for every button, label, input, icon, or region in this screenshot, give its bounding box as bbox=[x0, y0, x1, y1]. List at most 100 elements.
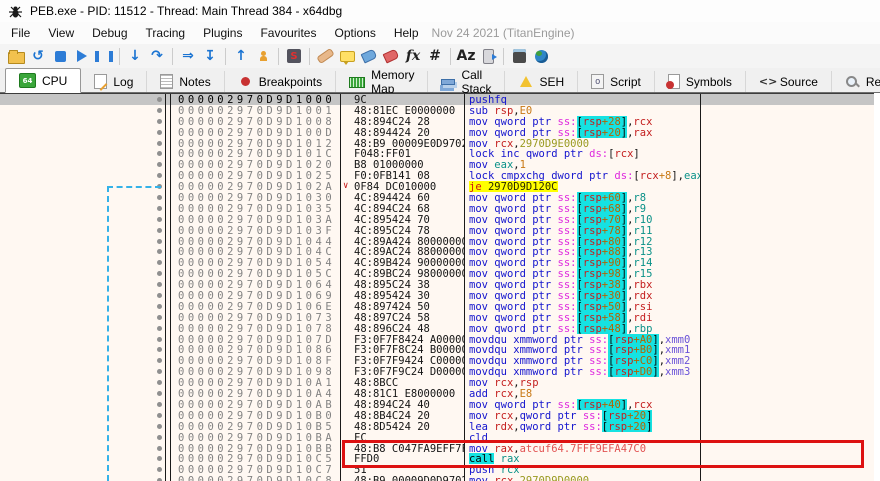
menu-help[interactable]: Help bbox=[385, 23, 428, 43]
disasm-row[interactable]: 000002970D9D1001 48:81EC E0000000 sub rs… bbox=[0, 104, 874, 116]
disasm-row[interactable]: 000002970D9D103A 4C:895424 70 mov qword … bbox=[0, 213, 874, 225]
disasm-row[interactable]: 000002970D9D103F 4C:895C24 78 mov qword … bbox=[0, 224, 874, 236]
breakpoint-dot[interactable] bbox=[157, 107, 162, 113]
tab-source[interactable]: Source bbox=[746, 71, 832, 92]
run-until-return-icon[interactable]: ↑ bbox=[230, 46, 252, 66]
open-file-icon[interactable] bbox=[5, 46, 27, 66]
trace-into-user-icon[interactable] bbox=[252, 46, 274, 66]
breakpoint-dot[interactable] bbox=[157, 467, 162, 473]
breakpoint-dot[interactable] bbox=[157, 205, 162, 211]
breakpoint-dot[interactable] bbox=[157, 303, 162, 309]
disasm-row[interactable]: 000002970D9D101C F048:FF01 lock inc qwor… bbox=[0, 148, 874, 160]
tab-symbols[interactable]: Symbols bbox=[655, 71, 746, 92]
breakpoint-dot[interactable] bbox=[157, 434, 162, 440]
breakpoint-dot[interactable] bbox=[157, 347, 162, 353]
stop-icon[interactable] bbox=[49, 46, 71, 66]
breakpoint-dot[interactable] bbox=[157, 118, 162, 124]
disasm-row[interactable]: 000002970D9D1054 4C:89B424 90000000 mov … bbox=[0, 257, 874, 269]
breakpoint-dot[interactable] bbox=[157, 380, 162, 386]
disasm-row[interactable]: 000002970D9D1030 4C:894424 60 mov qword … bbox=[0, 192, 874, 203]
menu-favourites[interactable]: Favourites bbox=[251, 23, 325, 43]
breakpoint-dot[interactable] bbox=[157, 358, 162, 364]
disasm-row[interactable]: 000002970D9D1008 48:894C24 28 mov qword … bbox=[0, 115, 874, 127]
disasm-row[interactable]: 000002970D9D107D F3:0F7F8424 A0000000 mo… bbox=[0, 333, 874, 345]
disasm-row[interactable]: 000002970D9D1069 48:895424 30 mov qword … bbox=[0, 290, 874, 301]
breakpoint-dot[interactable] bbox=[157, 227, 162, 233]
menu-view[interactable]: View bbox=[39, 23, 83, 43]
comments-icon[interactable] bbox=[336, 46, 358, 66]
menu-options[interactable]: Options bbox=[325, 23, 384, 43]
disasm-row[interactable]: 000002970D9D1073 48:897C24 58 mov qword … bbox=[0, 311, 874, 323]
breakpoint-dot[interactable] bbox=[157, 369, 162, 375]
pause-icon[interactable] bbox=[93, 46, 115, 66]
tab-cpu[interactable]: 64 CPU bbox=[5, 68, 82, 93]
step-into-icon[interactable]: ↓ bbox=[124, 46, 146, 66]
tab-call-stack[interactable]: Call Stack bbox=[428, 68, 506, 96]
disasm-row[interactable]: 000002970D9D104C 4C:89AC24 88000000 mov … bbox=[0, 246, 874, 258]
tab-references[interactable]: References bbox=[832, 71, 880, 92]
disasm-row[interactable]: 000002970D9D106E 48:897424 50 mov qword … bbox=[0, 300, 874, 312]
breakpoint-dot[interactable] bbox=[157, 391, 162, 397]
functions-icon[interactable]: fx bbox=[402, 46, 424, 66]
disasm-row[interactable]: 000002970D9D1098 F3:0F7F9C24 D0000000 mo… bbox=[0, 366, 874, 378]
tab-memory-map[interactable]: Memory Map bbox=[336, 68, 429, 96]
disasm-row[interactable]: 000002970D9D1086 F3:0F7F8C24 B0000000 mo… bbox=[0, 344, 874, 356]
breakpoint-dot[interactable] bbox=[157, 173, 162, 179]
restart-icon[interactable]: ↺ bbox=[27, 46, 49, 66]
tab-breakpoints[interactable]: Breakpoints bbox=[225, 71, 337, 92]
disasm-row[interactable]: 000002970D9D1012 48:B9 00009E0D97020000 … bbox=[0, 137, 874, 149]
disasm-row[interactable]: 000002970D9D1078 48:896C24 48 mov qword … bbox=[0, 322, 874, 334]
scylla-icon[interactable]: S bbox=[283, 46, 305, 66]
menu-file[interactable]: File bbox=[2, 23, 39, 43]
tab-seh[interactable]: SEH bbox=[505, 71, 579, 92]
run-to-user-code-icon[interactable]: ⇒ bbox=[177, 46, 199, 66]
breakpoint-dot[interactable] bbox=[157, 249, 162, 255]
disasm-row[interactable]: 000002970D9D1064 48:895C24 38 mov qword … bbox=[0, 279, 874, 291]
hash-icon[interactable]: # bbox=[424, 46, 446, 66]
breakpoint-dot[interactable] bbox=[157, 412, 162, 418]
bookmarks-icon[interactable] bbox=[380, 46, 402, 66]
breakpoint-dot[interactable] bbox=[157, 325, 162, 331]
internet-icon[interactable] bbox=[530, 46, 552, 66]
case-icon[interactable]: Az bbox=[455, 46, 477, 66]
breakpoint-dot[interactable] bbox=[157, 336, 162, 342]
disasm-row[interactable]: 000002970D9D10B0 48:8B4C24 20 mov rcx,qw… bbox=[0, 409, 874, 421]
menu-debug[interactable]: Debug bbox=[83, 23, 136, 43]
disasm-row[interactable]: 000002970D9D10A1 48:8BCC mov rcx,rsp bbox=[0, 377, 874, 389]
breakpoint-dot[interactable] bbox=[157, 151, 162, 157]
breakpoint-dot[interactable] bbox=[157, 271, 162, 277]
breakpoint-dot[interactable] bbox=[157, 423, 162, 429]
modules-icon[interactable] bbox=[477, 46, 499, 66]
tab-script[interactable]: Script bbox=[578, 71, 655, 92]
step-over-icon[interactable]: ↷ bbox=[146, 46, 168, 66]
disasm-row[interactable]: 000002970D9D10C8 48:B9 00009D0D97020000 … bbox=[0, 475, 874, 481]
disasm-row[interactable]: 000002970D9D1020 B8 01000000 mov eax,1 bbox=[0, 159, 874, 171]
breakpoint-dot[interactable] bbox=[157, 314, 162, 320]
breakpoint-dot[interactable] bbox=[157, 195, 162, 201]
disasm-row[interactable]: 000002970D9D1025 F0:0FB141 08 lock cmpxc… bbox=[0, 170, 874, 182]
breakpoint-dot[interactable] bbox=[157, 401, 162, 407]
disasm-row[interactable]: 000002970D9D1044 4C:89A424 80000000 mov … bbox=[0, 235, 874, 247]
labels-icon[interactable] bbox=[358, 46, 380, 66]
breakpoint-dot[interactable] bbox=[157, 260, 162, 266]
breakpoint-dot[interactable] bbox=[157, 456, 162, 462]
breakpoint-dot[interactable] bbox=[157, 282, 162, 288]
breakpoint-dot[interactable] bbox=[157, 216, 162, 222]
menu-tracing[interactable]: Tracing bbox=[137, 23, 195, 43]
disasm-row[interactable]: 000002970D9D108F F3:0F7F9424 C0000000 mo… bbox=[0, 355, 874, 367]
disasm-row[interactable]: 000002970D9D10B5 48:8D5424 20 lea rdx,qw… bbox=[0, 420, 874, 432]
breakpoint-dot[interactable] bbox=[157, 445, 162, 451]
disasm-row[interactable]: 000002970D9D1000 9C pushfq bbox=[0, 94, 874, 105]
tab-notes[interactable]: Notes bbox=[147, 71, 225, 92]
disasm-row[interactable]: 000002970D9D10A4 48:81C1 E8000000 add rc… bbox=[0, 388, 874, 399]
tab-log[interactable]: Log bbox=[81, 71, 148, 92]
breakpoint-dot[interactable] bbox=[157, 293, 162, 299]
breakpoint-dot[interactable] bbox=[157, 162, 162, 168]
breakpoint-dot[interactable] bbox=[157, 97, 162, 102]
run-icon[interactable] bbox=[71, 46, 93, 66]
disasm-row[interactable]: 000002970D9D10AB 48:894C24 40 mov qword … bbox=[0, 398, 874, 410]
disasm-row[interactable]: 000002970D9D1035 4C:894C24 68 mov qword … bbox=[0, 202, 874, 214]
disasm-row[interactable]: 000002970D9D100D 48:894424 20 mov qword … bbox=[0, 126, 874, 138]
disasm-row[interactable]: 000002970D9D105C 4C:89BC24 98000000 mov … bbox=[0, 268, 874, 280]
step-into-skip-icon[interactable]: ↧ bbox=[199, 46, 221, 66]
